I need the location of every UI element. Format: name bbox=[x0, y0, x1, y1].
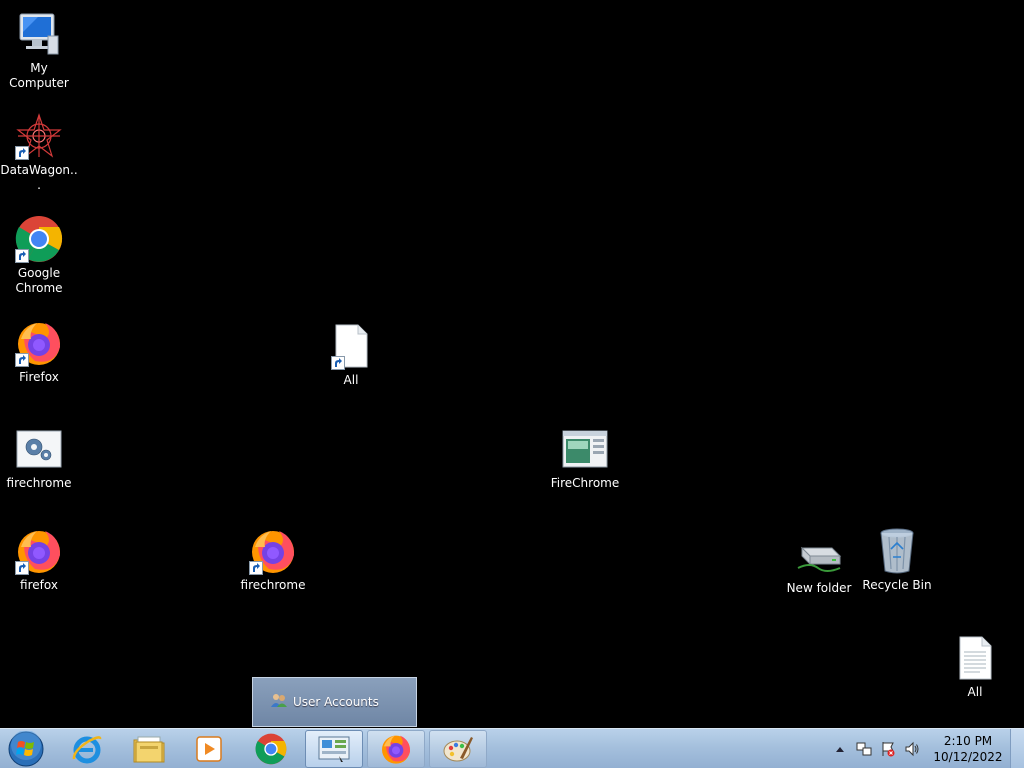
desktop-icon-label: New folder bbox=[786, 581, 852, 595]
computer-icon bbox=[15, 10, 63, 58]
paint-icon bbox=[443, 737, 473, 762]
desktop-icon-label: Recycle Bin bbox=[862, 578, 932, 592]
desktop-icon-label: FireChrome bbox=[550, 476, 620, 490]
taskbar-firefox[interactable] bbox=[367, 730, 425, 768]
desktop-icon-label: All bbox=[343, 373, 359, 387]
desktop-icon-datawagon[interactable]: DataWagon... bbox=[0, 112, 78, 193]
taskbar-paint[interactable] bbox=[429, 730, 487, 768]
firefox-icon bbox=[249, 527, 297, 575]
chrome-icon bbox=[15, 215, 63, 263]
desktop-icon-recycle-bin[interactable]: Recycle Bin bbox=[858, 527, 936, 593]
control-panel-icon bbox=[318, 736, 350, 762]
taskbar: 2:10 PM 10/12/2022 bbox=[0, 728, 1024, 768]
start-button[interactable] bbox=[4, 730, 48, 768]
user-accounts-thumbnail[interactable]: User Accounts bbox=[252, 677, 417, 727]
taskbar-control-panel[interactable] bbox=[305, 730, 363, 768]
chrome-icon bbox=[255, 733, 287, 765]
show-hidden-icons-icon[interactable] bbox=[832, 741, 848, 757]
clock[interactable]: 2:10 PM 10/12/2022 bbox=[932, 733, 1004, 765]
shortcut-arrow-icon bbox=[15, 249, 29, 263]
users-icon bbox=[271, 692, 287, 712]
user-accounts-label: User Accounts bbox=[293, 695, 379, 709]
folder-icon bbox=[133, 736, 165, 763]
ie-icon bbox=[72, 736, 102, 764]
system-tray bbox=[832, 729, 920, 768]
desktop-icon-firechrome-shortcut[interactable]: firechrome bbox=[234, 527, 312, 593]
desktop-icon-firechrome-app[interactable]: FireChrome bbox=[546, 425, 624, 491]
firefox-icon bbox=[382, 735, 410, 764]
desktop-icon-firefox-lower[interactable]: firefox bbox=[0, 527, 78, 593]
desktop-icon-label: firechrome bbox=[6, 476, 72, 490]
shortcut-arrow-icon bbox=[15, 561, 29, 575]
taskbar-chrome[interactable] bbox=[242, 730, 300, 768]
desktop-icon-new-folder[interactable]: New folder bbox=[780, 530, 858, 596]
shortcut-arrow-icon bbox=[249, 561, 263, 575]
datawagon-icon bbox=[15, 112, 63, 160]
desktop-icon-label: Google Chrome bbox=[15, 266, 63, 295]
settings-file-icon bbox=[15, 425, 63, 473]
shortcut-arrow-icon bbox=[15, 146, 29, 160]
desktop-icon-label: firechrome bbox=[240, 578, 306, 592]
volume-icon[interactable] bbox=[904, 741, 920, 757]
taskbar-internet-explorer[interactable] bbox=[58, 730, 116, 768]
shortcut-arrow-icon bbox=[331, 356, 345, 370]
shortcut-arrow-icon bbox=[15, 353, 29, 367]
desktop-icon-my-computer[interactable]: My Computer bbox=[0, 10, 78, 91]
firefox-icon bbox=[15, 319, 63, 367]
clock-date: 10/12/2022 bbox=[933, 750, 1003, 764]
desktop-icon-label: firefox bbox=[20, 578, 58, 592]
recycle-bin-icon bbox=[873, 527, 921, 575]
windows-logo-icon bbox=[8, 731, 44, 767]
desktop: My Computer DataWagon... Google Chrome F… bbox=[0, 0, 1024, 728]
text-file-icon bbox=[951, 634, 999, 682]
show-desktop-button[interactable] bbox=[1010, 729, 1024, 768]
desktop-icon-label: DataWagon... bbox=[0, 163, 78, 192]
clock-time: 2:10 PM bbox=[943, 734, 993, 748]
desktop-icon-all-text[interactable]: All bbox=[936, 634, 1014, 700]
firefox-icon bbox=[15, 527, 63, 575]
desktop-icon-google-chrome[interactable]: Google Chrome bbox=[0, 215, 78, 296]
blank-file-icon bbox=[327, 322, 375, 370]
window-app-icon bbox=[561, 425, 609, 473]
desktop-icon-label: All bbox=[967, 685, 983, 699]
taskbar-media-player[interactable] bbox=[180, 730, 238, 768]
drive-icon bbox=[795, 530, 843, 578]
desktop-icon-all-shortcut[interactable]: All bbox=[312, 322, 390, 388]
desktop-icon-label: My Computer bbox=[9, 61, 69, 90]
action-center-icon[interactable] bbox=[880, 741, 896, 757]
desktop-icon-firefox[interactable]: Firefox bbox=[0, 319, 78, 385]
network-icon[interactable] bbox=[856, 741, 872, 757]
media-player-icon bbox=[196, 736, 222, 762]
desktop-icon-firechrome-config[interactable]: firechrome bbox=[0, 425, 78, 491]
taskbar-file-explorer[interactable] bbox=[120, 730, 178, 768]
desktop-icon-label: Firefox bbox=[19, 370, 59, 384]
